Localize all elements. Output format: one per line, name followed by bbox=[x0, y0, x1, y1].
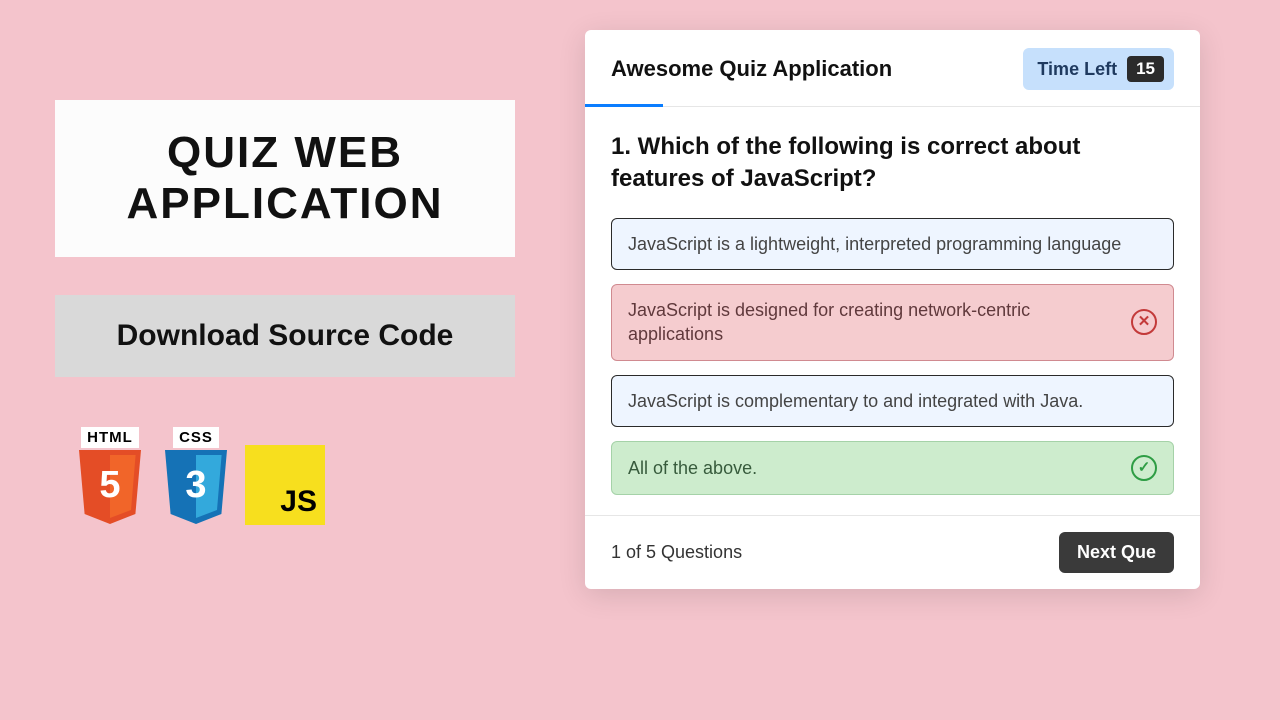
css-badge-label: CSS bbox=[173, 427, 219, 448]
quiz-body: 1. Which of the following is correct abo… bbox=[585, 107, 1200, 515]
js-icon: JS bbox=[245, 445, 325, 525]
quiz-option-2[interactable]: JavaScript is designed for creating netw… bbox=[611, 284, 1174, 361]
progress-bar bbox=[585, 104, 663, 107]
css3-icon: 3 bbox=[159, 450, 233, 534]
quiz-app-title: Awesome Quiz Application bbox=[611, 56, 892, 82]
options-list: JavaScript is a lightweight, interpreted… bbox=[611, 218, 1174, 495]
question-text: 1. Which of the following is correct abo… bbox=[611, 131, 1174, 196]
timer-value: 15 bbox=[1127, 56, 1164, 82]
quiz-footer: 1 of 5 Questions Next Que bbox=[585, 515, 1200, 589]
html-badge-number: 5 bbox=[73, 464, 147, 507]
timer-pill: Time Left 15 bbox=[1023, 48, 1174, 90]
question-counter: 1 of 5 Questions bbox=[611, 542, 742, 563]
title-line-2: APPLICATION bbox=[77, 179, 493, 230]
html-badge: HTML 5 bbox=[73, 427, 147, 534]
check-icon: ✓ bbox=[1131, 455, 1157, 481]
title-box: QUIZ WEB APPLICATION bbox=[55, 100, 515, 257]
html5-icon: 5 bbox=[73, 450, 147, 534]
option-text: JavaScript is a lightweight, interpreted… bbox=[628, 232, 1121, 256]
css-badge-number: 3 bbox=[159, 464, 233, 507]
css-badge: CSS 3 bbox=[159, 427, 233, 534]
quiz-card: Awesome Quiz Application Time Left 15 1.… bbox=[585, 30, 1200, 589]
option-text: JavaScript is designed for creating netw… bbox=[628, 298, 1121, 347]
next-question-button[interactable]: Next Que bbox=[1059, 532, 1174, 573]
quiz-option-4[interactable]: All of the above. ✓ bbox=[611, 441, 1174, 495]
download-source-button[interactable]: Download Source Code bbox=[55, 295, 515, 377]
timer-label: Time Left bbox=[1037, 59, 1117, 80]
option-text: All of the above. bbox=[628, 456, 757, 480]
option-text: JavaScript is complementary to and integ… bbox=[628, 389, 1083, 413]
download-label: Download Source Code bbox=[117, 319, 454, 352]
title-line-1: QUIZ WEB bbox=[77, 128, 493, 179]
quiz-option-1[interactable]: JavaScript is a lightweight, interpreted… bbox=[611, 218, 1174, 270]
cross-icon: ✕ bbox=[1131, 309, 1157, 335]
left-column: QUIZ WEB APPLICATION Download Source Cod… bbox=[55, 100, 515, 534]
js-badge-label: JS bbox=[280, 485, 317, 519]
quiz-option-3[interactable]: JavaScript is complementary to and integ… bbox=[611, 375, 1174, 427]
tech-badges: HTML 5 CSS 3 JS bbox=[73, 427, 515, 534]
html-badge-label: HTML bbox=[81, 427, 139, 448]
quiz-header: Awesome Quiz Application Time Left 15 bbox=[585, 30, 1200, 107]
